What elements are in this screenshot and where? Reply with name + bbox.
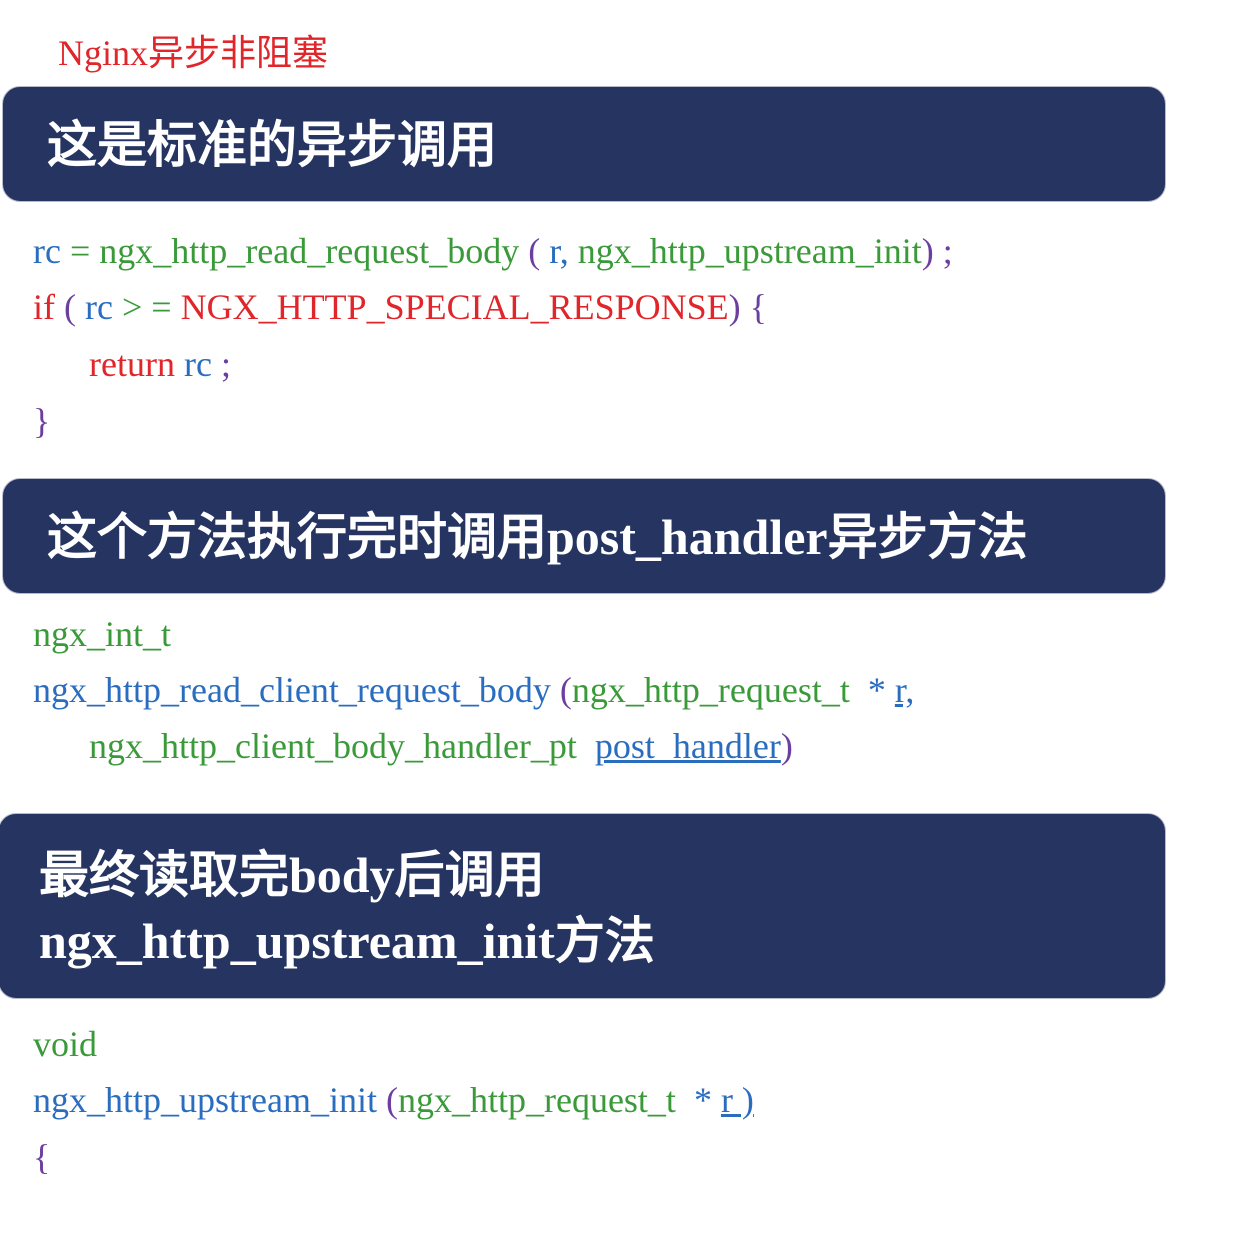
code-line: {	[33, 1134, 50, 1180]
code-token: return	[89, 344, 175, 384]
code-token: r )	[720, 1080, 754, 1120]
code-token: ;	[211, 344, 231, 384]
section1-banner: 这是标准的异步调用	[2, 86, 1166, 202]
code-token: ngx_http_upstream_init	[33, 1080, 377, 1120]
code-token: }	[33, 401, 51, 441]
code-token: *	[675, 1080, 721, 1120]
code-token: > =	[121, 287, 181, 327]
code-token: if	[33, 287, 55, 327]
page-title: Nginx异步非阻塞	[58, 33, 329, 73]
code-token: r,	[894, 670, 915, 710]
heading-text: post_handler	[547, 509, 828, 565]
code-token: post_handler	[594, 726, 781, 766]
code-token: ngx_int_t	[33, 614, 172, 654]
heading-text: 这个方法执行完时调用	[47, 508, 547, 566]
code-token: rc	[33, 231, 61, 271]
code-line: return rc ;	[89, 341, 231, 387]
heading-text: 方法	[554, 912, 655, 970]
code-token: {	[740, 287, 767, 327]
code-token: (	[550, 670, 572, 710]
code-token: (	[376, 1080, 398, 1120]
code-token: )	[728, 287, 741, 327]
code-token: )	[780, 726, 793, 766]
code-token: r,	[540, 231, 569, 271]
code-line: if ( rc > = NGX_HTTP_SPECIAL_RESPONSE) {	[33, 284, 767, 330]
code-token: ngx_http_client_body_handler_pt	[89, 726, 577, 766]
code-token: (	[528, 231, 541, 271]
code-token: ngx_http_request_t	[397, 1080, 676, 1120]
section2-heading: 这个方法执行完时调用post_handler异步方法	[47, 507, 1028, 567]
code-token: ngx_http_request_t	[571, 670, 850, 710]
code-line: ngx_http_client_body_handler_pt post_han…	[89, 723, 793, 769]
code-token: NGX_HTTP_SPECIAL_RESPONSE	[180, 287, 729, 327]
code-token: =	[60, 231, 100, 271]
code-token: {	[33, 1137, 51, 1177]
heading-text: 异步方法	[827, 508, 1028, 566]
code-token: rc	[76, 287, 122, 327]
code-token: ;	[933, 231, 953, 271]
section3-banner: 最终读取完body后调用 ngx_http_upstream_init方法	[0, 813, 1166, 999]
code-line: void	[33, 1021, 97, 1067]
code-token: void	[33, 1024, 98, 1064]
heading-text: ngx_http_upstream_init	[39, 913, 555, 969]
code-token: ngx_http_read_client_request_body	[33, 670, 551, 710]
section3-heading-line1: 最终读取完body后调用	[39, 844, 545, 906]
code-line: }	[33, 398, 50, 444]
code-token: ngx_http_read_request_body	[99, 231, 520, 271]
code-token: *	[849, 670, 895, 710]
code-token: )	[921, 231, 934, 271]
code-token: (	[55, 287, 76, 327]
section2-banner: 这个方法执行完时调用post_handler异步方法	[2, 478, 1166, 594]
code-line: rc = ngx_http_read_request_body ( r, ngx…	[33, 228, 953, 274]
heading-text: 后调用	[394, 846, 545, 904]
heading-text: 最终读取完	[39, 846, 289, 904]
code-line: ngx_http_upstream_init (ngx_http_request…	[33, 1077, 754, 1123]
section3-heading-line2: ngx_http_upstream_init方法	[39, 910, 655, 972]
code-line: ngx_http_read_client_request_body (ngx_h…	[33, 667, 914, 713]
code-token: rc	[174, 344, 212, 384]
section1-heading: 这是标准的异步调用	[47, 116, 497, 174]
code-token: ngx_http_upstream_init	[568, 231, 922, 271]
code-line: ngx_int_t	[33, 611, 171, 657]
heading-text: body	[289, 847, 395, 903]
